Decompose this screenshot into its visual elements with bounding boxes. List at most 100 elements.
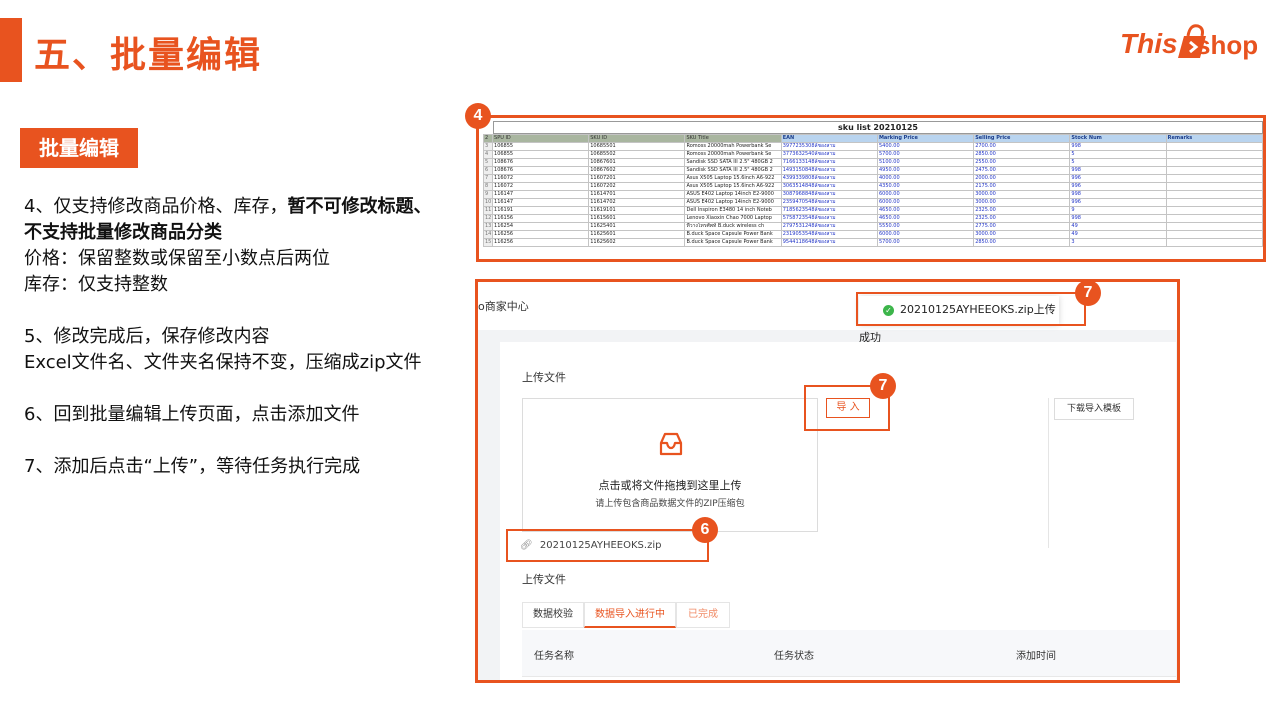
step-5-line1: 5、修改完成后，保存修改内容 — [24, 326, 270, 347]
excel-sheet-screenshot: sku list 20210125 2 SPU ID SKU ID SKU Title… — [476, 115, 1266, 262]
sheet-cell: 998 — [1069, 142, 1167, 151]
sheet-cell: 996 — [1069, 182, 1167, 191]
sheet-cell: Sandisk SSD SATA III 2.5" 480GB 2 — [684, 158, 782, 167]
sheet-cell: 2797531248ล้ชองสาม — [780, 222, 878, 231]
file-name: 20210125AYHEEOKS.zip — [539, 540, 662, 551]
sheet-cell: 2700.00 — [973, 142, 1071, 151]
sheet-cell: 2325.00 — [973, 206, 1071, 215]
sheet-cell: 7166133148ล้ชองสาม — [780, 158, 878, 167]
sheet-cell: 4650.00 — [876, 206, 975, 215]
sheet-cell: 108676 — [492, 166, 590, 175]
sheet-cell: 10867601 — [588, 158, 686, 167]
step-7: 7、添加后点击“上传”，等待任务执行完成 — [24, 456, 361, 477]
inbox-icon — [659, 432, 683, 456]
row-number: 7 — [482, 174, 494, 183]
download-template-button[interactable]: 下载导入模板 — [1054, 398, 1134, 420]
row-number: 12 — [482, 214, 494, 223]
sheet-row: 12 116156 11615601 Lenovo Xiaoxin Chao 7000… — [482, 214, 1263, 223]
sheet-cell: 996 — [1069, 174, 1167, 183]
sheet-cell: 11615601 — [588, 214, 686, 223]
sheet-row: 10 116147 11614702 ASUS E402 Laptop 14inch … — [482, 198, 1263, 207]
sheet-row: 9 116147 11614701 ASUS E402 Laptop 14inch E… — [482, 190, 1263, 199]
sheet-cell: 2000.00 — [973, 174, 1071, 183]
sheet-cell: 116072 — [492, 182, 590, 191]
sheet-cell: 2550.00 — [973, 158, 1071, 167]
sheet-cell: 11625601 — [588, 230, 686, 239]
sheet-cell: Sandisk SSD SATA III 2.5" 480GB 2 — [684, 166, 782, 175]
step-badge-6: 6 — [692, 517, 718, 543]
step-badge-7-toast: 7 — [1075, 280, 1101, 306]
sheet-cell: 2319053548ล้ชองสาม — [780, 230, 878, 239]
sheet-header-row: 2 SPU ID SKU ID SKU Title EAN Marking Price Se… — [482, 134, 1263, 143]
sheet-cell: 106855 — [492, 142, 590, 151]
sheet-cell — [1165, 142, 1263, 151]
steps-text: 4、仅支持修改商品价格、库存，暂不可修改标题、 不支持批量修改商品分类 价格：保… — [24, 194, 464, 480]
sheet-cell: B.duck Space Capsule Power Bank — [684, 238, 782, 247]
row-number: 2 — [482, 134, 494, 143]
sheet-row: 14 116256 11625601 B.duck Space Capsule Pow… — [482, 230, 1263, 239]
tab-data-check[interactable]: 数据校验 — [522, 602, 584, 628]
sheet-cell: 4399339808ล้ชองสาม — [780, 174, 878, 183]
sheet-cell: 2775.00 — [973, 222, 1071, 231]
step-4-price: 价格：保留整数或保留至小数点后两位 — [24, 248, 330, 269]
upload-card: 上传文件 点击或将文件拖拽到这里上传 请上传包含商品数据文件的ZIP压缩包 导 … — [500, 342, 1176, 680]
sheet-cell: 4000.00 — [876, 174, 975, 183]
sheet-header-cell: SKU Title — [684, 134, 782, 143]
sheet-cell: 10685501 — [588, 142, 686, 151]
sheet-cell: 116256 — [492, 230, 590, 239]
sheet-cell: ASUS E402 Laptop 14inch E2-9000 — [684, 198, 782, 207]
logo-text-this: This — [1120, 28, 1178, 59]
merchant-center-label: o商家中心 — [478, 300, 529, 313]
selected-file-item[interactable]: 🔗︎ 20210125AYHEEOKS.zip — [506, 529, 709, 562]
sheet-cell: Lenovo Xiaoxin Chao 7000 Laptop — [684, 214, 782, 223]
row-number: 3 — [482, 142, 494, 151]
upload-file-label: 上传文件 — [522, 371, 566, 384]
step-4-line1: 4、仅支持修改商品价格、库存，暂不可修改标题、 — [24, 194, 464, 220]
sheet-cell: 108676 — [492, 158, 590, 167]
row-number: 13 — [482, 222, 494, 231]
page-title: 五、批量编辑 — [34, 35, 263, 76]
sheet-cell: 2850.00 — [973, 238, 1071, 247]
sheet-header-cell: SKU ID — [588, 134, 686, 143]
dropzone-hint: 请上传包含商品数据文件的ZIP压缩包 — [595, 499, 745, 509]
sheet-cell — [1165, 158, 1263, 167]
sheet-cell: 2850.00 — [973, 150, 1071, 159]
row-number: 4 — [482, 150, 494, 159]
sheet-cell: 3000.00 — [973, 190, 1071, 199]
sheet-cell: 5550.00 — [876, 222, 975, 231]
task-table-header: 任务名称 任务状态 添加时间 — [522, 630, 1176, 677]
sheet-cell: 49 — [1069, 222, 1167, 231]
sheet-cell: Asus X505 Laptop 15.6inch A6-922 — [684, 174, 782, 183]
sheet-row: 7 116072 11607201 Asus X505 Laptop 15.6inch… — [482, 174, 1263, 183]
sheet-cell: 9 — [1069, 206, 1167, 215]
sheet-cell: 5700.00 — [876, 238, 975, 247]
sheet-row: 6 108676 10867602 Sandisk SSD SATA III 2.5"… — [482, 166, 1263, 175]
sheet-cell — [1165, 230, 1263, 239]
sheet-cell: 6000.00 — [876, 190, 975, 199]
sheet-cell — [1165, 222, 1263, 231]
sheet-cell: 11625602 — [588, 238, 686, 247]
upload-page-screenshot: o商家中心 ✓ 20210125AYHEEOKS.zip上传成功 上传文件 点击或… — [475, 279, 1180, 683]
sheet-cell — [1165, 190, 1263, 199]
sheet-cell: 3000.00 — [973, 230, 1071, 239]
sheet-cell: 116191 — [492, 206, 590, 215]
step-4-bold: 暂不可修改标题、 — [287, 196, 432, 217]
row-number: 11 — [482, 206, 494, 215]
sheet-cell: Dell Inspiron E3480 14 inch Noteb — [684, 206, 782, 215]
sheet-row: 8 116072 11607202 Asus X505 Laptop 15.6inch… — [482, 182, 1263, 191]
step-4-stock: 库存：仅支持整数 — [24, 274, 168, 295]
sheet-cell: 9544118648ล้ชองสาม — [780, 238, 878, 247]
sheet-cell: 116156 — [492, 214, 590, 223]
sheet-cell — [1165, 174, 1263, 183]
sku-table: 2 SPU ID SKU ID SKU Title EAN Marking Price Se… — [482, 134, 1263, 247]
highlight-box-toast — [856, 292, 1086, 326]
tab-importing[interactable]: 数据导入进行中 — [584, 602, 676, 628]
sheet-header-cell: Marking Price — [876, 134, 975, 143]
upload-file-label-2: 上传文件 — [522, 573, 566, 586]
sheet-cell: 11625401 — [588, 222, 686, 231]
sheet-row: 4 106855 10685502 Romoss 20000mah Powerbank… — [482, 150, 1263, 159]
sheet-header-cell: Selling Price — [973, 134, 1071, 143]
tab-completed[interactable]: 已完成 — [676, 602, 730, 628]
file-dropzone[interactable]: 点击或将文件拖拽到这里上传 请上传包含商品数据文件的ZIP压缩包 — [522, 398, 818, 532]
sheet-cell: 116147 — [492, 198, 590, 207]
